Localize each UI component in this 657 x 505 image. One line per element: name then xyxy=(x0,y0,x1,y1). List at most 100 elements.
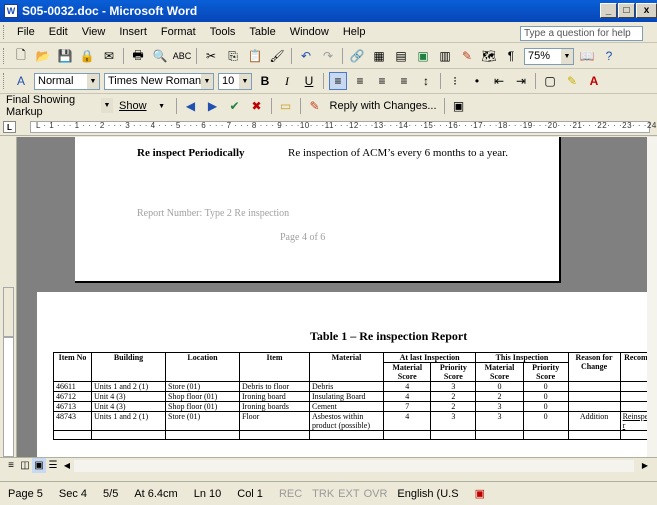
cut-icon[interactable]: ✂ xyxy=(202,47,220,65)
print-preview-icon[interactable]: 🔍 xyxy=(151,47,169,65)
zoom-select[interactable]: 75% ▼ xyxy=(524,47,574,65)
scroll-track[interactable] xyxy=(74,460,634,472)
menu-file[interactable]: File xyxy=(10,26,42,38)
chevron-down-icon[interactable]: ▼ xyxy=(239,73,251,89)
email-icon[interactable]: ✉ xyxy=(100,47,118,65)
ask-question-box[interactable]: Type a question for help xyxy=(520,26,643,41)
close-button[interactable]: x xyxy=(636,3,657,18)
menu-table[interactable]: Table xyxy=(242,26,282,38)
print-layout-icon[interactable]: ▣ xyxy=(32,458,46,473)
chevron-down-icon[interactable]: ▼ xyxy=(87,73,99,89)
redo-icon[interactable]: ↷ xyxy=(319,47,337,65)
align-right-icon[interactable]: ≡ xyxy=(373,72,391,90)
drawing-icon[interactable]: ✎ xyxy=(458,47,476,65)
normal-view-icon[interactable]: ≡ xyxy=(4,458,18,473)
reject-change-icon[interactable]: ✖ xyxy=(248,97,266,115)
table-row xyxy=(53,430,647,440)
document-map-icon[interactable]: 🗺 xyxy=(480,47,498,65)
help-icon[interactable]: ? xyxy=(600,47,618,65)
document-area[interactable]: Re inspect Periodically Re inspection of… xyxy=(17,137,647,457)
align-center-icon[interactable]: ≡ xyxy=(351,72,369,90)
menu-window[interactable]: Window xyxy=(283,26,336,38)
cell-building: Units 1 and 2 (1) xyxy=(91,381,166,392)
horizontal-scrollbar[interactable]: ≡ ◫ ▣ ☰ ◀ ▶ xyxy=(0,457,657,474)
bullets-icon[interactable]: • xyxy=(468,72,486,90)
horizontal-ruler[interactable]: L · 1 · · · 1 · · · 2 · · · 3 · · · 4 · … xyxy=(0,118,657,136)
tables-borders-icon[interactable]: ▦ xyxy=(370,47,388,65)
permission-icon[interactable]: 🔒 xyxy=(78,47,96,65)
font-color-icon[interactable]: A xyxy=(585,72,603,90)
insert-excel-icon[interactable]: ▣ xyxy=(414,47,432,65)
vertical-ruler[interactable] xyxy=(0,137,17,457)
status-record[interactable]: REC xyxy=(271,488,310,500)
justify-icon[interactable]: ≡ xyxy=(395,72,413,90)
styles-formatting-icon[interactable]: A xyxy=(12,72,30,90)
columns-icon[interactable]: ▥ xyxy=(436,47,454,65)
style-select[interactable]: Normal ▼ xyxy=(34,72,100,90)
border-icon[interactable]: ▢ xyxy=(541,72,559,90)
align-left-icon[interactable]: ≡ xyxy=(329,72,347,90)
menu-format[interactable]: Format xyxy=(154,26,203,38)
decrease-indent-icon[interactable]: ⇤ xyxy=(490,72,508,90)
font-size-select[interactable]: 10 ▼ xyxy=(218,72,252,90)
toolbar-grip[interactable] xyxy=(3,73,6,89)
style-value: Normal xyxy=(38,75,74,87)
hyperlink-icon[interactable]: 🔗 xyxy=(348,47,366,65)
read-icon[interactable]: 📖 xyxy=(578,47,596,65)
insert-table-icon[interactable]: ▤ xyxy=(392,47,410,65)
chevron-down-icon[interactable]: ▼ xyxy=(561,48,573,64)
font-select[interactable]: Times New Roman ▼ xyxy=(104,72,214,90)
status-track[interactable]: TRK xyxy=(310,488,336,500)
menu-help[interactable]: Help xyxy=(336,26,373,38)
display-for-review-select[interactable]: Final Showing Markup ▼ xyxy=(3,94,113,118)
insert-comment-icon[interactable]: ▭ xyxy=(277,97,295,115)
toolbar-grip[interactable] xyxy=(3,48,6,64)
open-folder-icon[interactable]: 📂 xyxy=(34,47,52,65)
menu-view[interactable]: View xyxy=(75,26,113,38)
web-layout-icon[interactable]: ◫ xyxy=(18,458,32,473)
track-changes-icon[interactable]: ✎ xyxy=(306,97,324,115)
line-spacing-icon[interactable]: ↕ xyxy=(417,72,435,90)
menu-tools[interactable]: Tools xyxy=(203,26,243,38)
table-caption: Table 1 – Re inspection Report xyxy=(310,329,468,343)
numbering-icon[interactable]: ⁝ xyxy=(446,72,464,90)
show-menu-button[interactable]: Show xyxy=(115,100,151,112)
minimize-button[interactable]: _ xyxy=(600,3,617,18)
format-painter-icon[interactable]: 🖌 xyxy=(268,47,286,65)
save-icon[interactable]: 💾 xyxy=(56,47,74,65)
reviewing-pane-icon[interactable]: ▣ xyxy=(450,97,468,115)
previous-change-icon[interactable]: ◀ xyxy=(182,97,200,115)
reply-with-changes-button[interactable]: Reply with Changes... xyxy=(326,100,441,112)
maximize-button[interactable]: □ xyxy=(618,3,635,18)
status-extend[interactable]: EXT xyxy=(336,488,361,500)
accept-change-icon[interactable]: ✔ xyxy=(226,97,244,115)
italic-button[interactable]: I xyxy=(278,72,296,90)
outline-view-icon[interactable]: ☰ xyxy=(46,458,60,473)
show-hide-icon[interactable]: ¶ xyxy=(502,47,520,65)
paste-icon[interactable]: 📋 xyxy=(246,47,264,65)
chevron-down-icon[interactable]: ▼ xyxy=(153,97,171,115)
word-app-icon[interactable]: W xyxy=(4,4,18,18)
menu-grip[interactable] xyxy=(3,25,6,39)
tab-selector[interactable]: L xyxy=(3,121,16,133)
print-icon[interactable]: 🖶 xyxy=(129,47,147,65)
vertical-scrollbar[interactable] xyxy=(647,137,657,457)
status-overtype[interactable]: OVR xyxy=(362,488,390,500)
underline-button[interactable]: U xyxy=(300,72,318,90)
bold-button[interactable]: B xyxy=(256,72,274,90)
menu-edit[interactable]: Edit xyxy=(42,26,75,38)
next-change-icon[interactable]: ▶ xyxy=(204,97,222,115)
copy-icon[interactable]: ⎘ xyxy=(224,47,242,65)
menu-insert[interactable]: Insert xyxy=(112,26,154,38)
chevron-down-icon[interactable]: ▼ xyxy=(101,97,113,113)
spelling-status-icon[interactable]: ▣ xyxy=(467,487,493,500)
increase-indent-icon[interactable]: ⇥ xyxy=(512,72,530,90)
undo-icon[interactable]: ↶ xyxy=(297,47,315,65)
scroll-left-icon[interactable]: ◀ xyxy=(60,458,74,473)
scroll-right-icon[interactable]: ▶ xyxy=(638,458,652,473)
highlight-icon[interactable]: ✎ xyxy=(563,72,581,90)
spelling-icon[interactable]: ABC xyxy=(173,47,192,65)
cell-item: Ironing boards xyxy=(239,401,310,412)
new-document-icon[interactable]: 🗋 xyxy=(12,47,30,65)
chevron-down-icon[interactable]: ▼ xyxy=(201,73,213,89)
